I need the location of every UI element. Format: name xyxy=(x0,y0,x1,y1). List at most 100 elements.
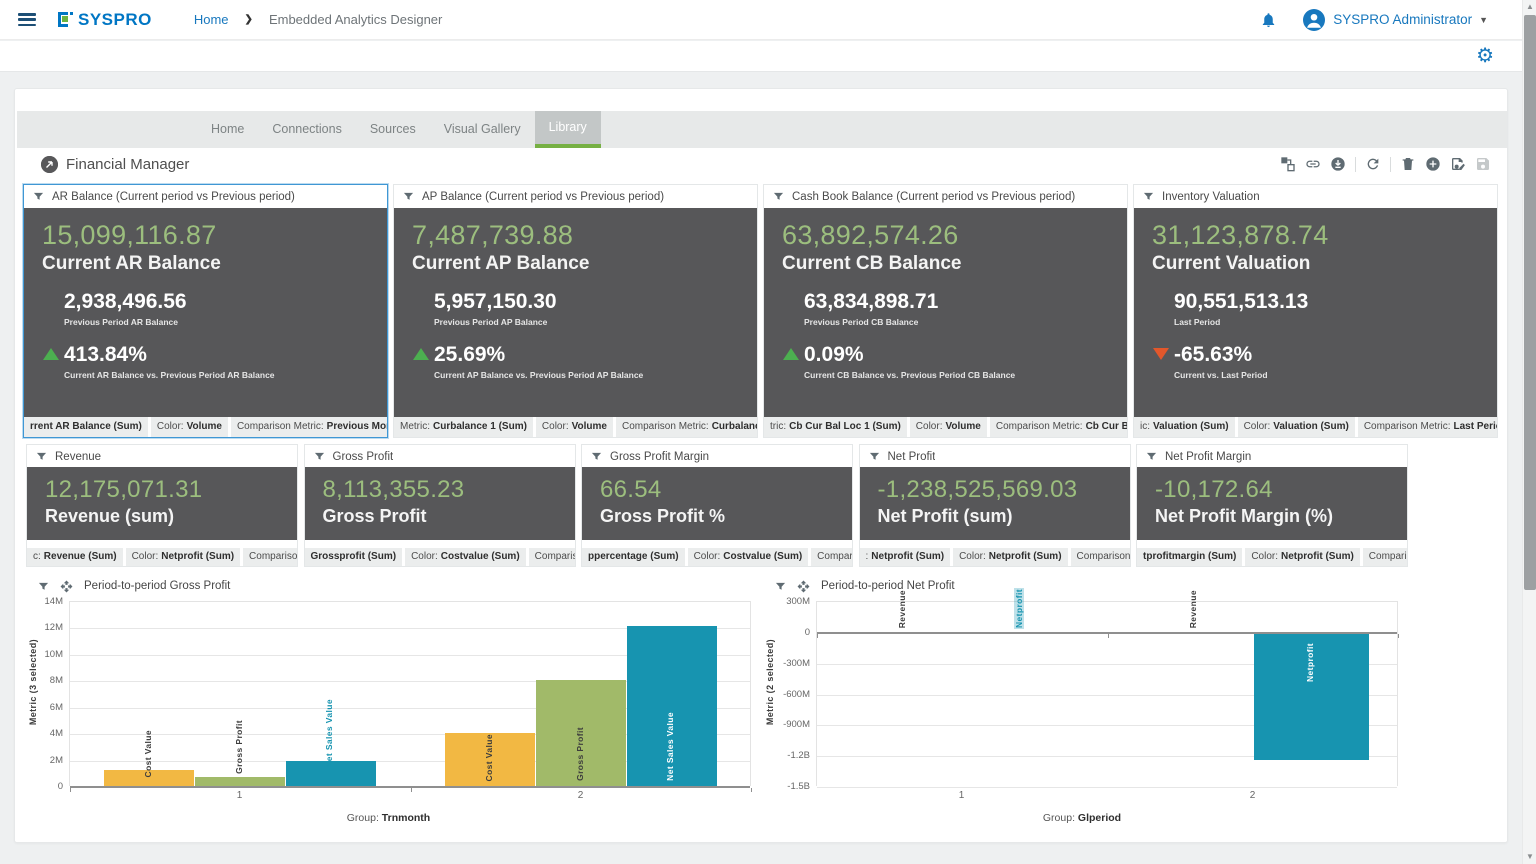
y-axis-tick-label: 12M xyxy=(21,622,63,633)
card-header: Gross Profit xyxy=(305,445,575,468)
settings-gear-icon[interactable]: ⚙ xyxy=(1476,45,1494,67)
notifications-bell-icon[interactable] xyxy=(1260,11,1277,29)
card-title: Cash Book Balance (Current period vs Pre… xyxy=(792,191,1075,203)
footer-chip-value: Volume xyxy=(945,421,980,432)
kpi-card[interactable]: Cash Book Balance (Current period vs Pre… xyxy=(763,184,1128,438)
dashboard-toolbar xyxy=(1280,156,1491,172)
filter-funnel-icon[interactable] xyxy=(314,451,325,462)
flow-icon[interactable] xyxy=(1280,156,1296,172)
tab-sources[interactable]: Sources xyxy=(356,111,430,148)
card-footer-chip: tprofitmargin (Sum) xyxy=(1137,548,1242,566)
breadcrumb-home-link[interactable]: Home xyxy=(194,12,229,27)
tab-home[interactable]: Home xyxy=(197,111,258,148)
axis-tick xyxy=(751,788,752,792)
card-footer-chip: rrent AR Balance (Sum) xyxy=(24,417,148,437)
card-header: AR Balance (Current period vs Previous p… xyxy=(24,185,387,208)
footer-chip-label: Comparison Metric: xyxy=(996,421,1083,432)
add-circle-icon[interactable] xyxy=(1425,156,1441,172)
kpi-card[interactable]: AR Balance (Current period vs Previous p… xyxy=(23,184,388,438)
kpi-card[interactable]: AP Balance (Current period vs Previous p… xyxy=(393,184,758,438)
caret-down-icon[interactable]: ▼ xyxy=(1479,15,1488,25)
kpi-card[interactable]: Net Profit Margin -10,172.64 Net Profit … xyxy=(1136,444,1408,567)
filter-funnel-icon[interactable] xyxy=(591,451,602,462)
scrollbar-thumb[interactable] xyxy=(1524,15,1536,590)
footer-chip-value: rrent AR Balance (Sum) xyxy=(30,421,142,432)
scroll-up-icon[interactable]: ▲ xyxy=(1523,0,1536,14)
tab-library[interactable]: Library xyxy=(535,111,601,148)
syspro-logo-icon xyxy=(58,12,73,27)
trend-arrow-icon xyxy=(413,348,429,360)
vertical-scrollbar[interactable]: ▲ ▼ xyxy=(1522,0,1536,864)
axis-tick xyxy=(70,788,71,792)
tab-strip: HomeConnectionsSourcesVisual GalleryLibr… xyxy=(17,111,1507,148)
dashboard-launch-icon[interactable] xyxy=(41,156,58,173)
y-axis-tick-label: 0 xyxy=(768,627,810,638)
tab-visual-gallery[interactable]: Visual Gallery xyxy=(430,111,535,148)
card-title: Revenue xyxy=(55,451,101,463)
kpi-primary-label: Current AP Balance xyxy=(412,253,739,275)
card-footer-chip: :Netprofit (Sum) xyxy=(860,548,951,566)
refresh-icon[interactable] xyxy=(1365,156,1381,172)
kpi-body: 7,487,739.88 Current AP Balance 5,957,15… xyxy=(394,208,757,417)
kpi-comparison-label: Previous Period AR Balance xyxy=(64,317,369,327)
card-title: Net Profit xyxy=(888,451,936,463)
kpi-comparison-value: 63,834,898.71 xyxy=(804,290,1109,314)
footer-chip-value: tprofitmargin (Sum) xyxy=(1143,551,1236,562)
kpi-card[interactable]: Net Profit -1,238,525,569.03 Net Profit … xyxy=(859,444,1131,567)
footer-chip-label: Comparison Metric: xyxy=(237,421,324,432)
footer-chip-value: Costvalue (Sum) xyxy=(723,551,802,562)
save-as-icon[interactable] xyxy=(1450,156,1466,172)
axis-tick xyxy=(817,634,818,638)
card-footer-chip: tric:Cb Cur Bal Loc 1 (Sum) xyxy=(764,417,907,437)
link-icon[interactable] xyxy=(1305,156,1321,172)
chart-period-to-period-net-profit: Period-to-period Net ProfitRevenueRevenu… xyxy=(763,576,1401,831)
footer-chip-label: Metric: xyxy=(400,421,430,432)
card-header: Net Profit Margin xyxy=(1137,445,1407,468)
footer-chip-value: ppercentage (Sum) xyxy=(588,551,679,562)
filter-funnel-icon[interactable] xyxy=(1146,451,1157,462)
footer-chip-value: Cb Cur Bal Loc 1 (Sum) xyxy=(789,421,901,432)
kpi-card[interactable]: Revenue 12,175,071.31 Revenue (sum) c:Re… xyxy=(26,444,298,567)
axis-tick xyxy=(411,788,412,792)
filter-funnel-icon[interactable] xyxy=(36,451,47,462)
footer-chip-label: Comparison Metric: xyxy=(249,551,297,562)
user-avatar[interactable] xyxy=(1303,9,1325,31)
move-handle-icon[interactable] xyxy=(797,580,810,593)
footer-chip-label: Comparison Metric: xyxy=(535,551,575,562)
kpi-body: 66.54 Gross Profit % xyxy=(582,467,852,540)
filter-funnel-icon[interactable] xyxy=(1143,191,1154,202)
group-by-label: Group: Glperiod xyxy=(763,812,1401,824)
download-icon[interactable] xyxy=(1330,156,1346,172)
footer-chip-label: Color: xyxy=(411,551,438,562)
filter-funnel-icon[interactable] xyxy=(38,581,49,592)
kpi-card[interactable]: Inventory Valuation 31,123,878.74 Curren… xyxy=(1133,184,1498,438)
scroll-down-icon[interactable]: ▼ xyxy=(1523,850,1536,864)
card-footer-chip: Color:Volume xyxy=(910,417,987,437)
filter-funnel-icon[interactable] xyxy=(403,191,414,202)
filter-funnel-icon[interactable] xyxy=(33,191,44,202)
filter-funnel-icon[interactable] xyxy=(869,451,880,462)
user-menu[interactable]: SYSPRO Administrator xyxy=(1333,12,1472,27)
card-footer: ic:Valuation (Sum)Color:Valuation (Sum)C… xyxy=(1134,417,1497,437)
card-footer-chip: Color:Costvalue (Sum) xyxy=(405,548,526,566)
card-footer: Grossprofit (Sum)Color:Costvalue (Sum)Co… xyxy=(305,548,575,566)
chart-plot-area: RevenueRevenueNetprofitNetprofit xyxy=(816,601,1398,786)
footer-chip-label: Comparison Metric: xyxy=(622,421,709,432)
move-handle-icon[interactable] xyxy=(60,580,73,593)
x-axis-line xyxy=(817,632,1397,634)
kpi-card[interactable]: Gross Profit Margin 66.54 Gross Profit %… xyxy=(581,444,853,567)
kpi-delta-value: 0.09% xyxy=(804,343,1109,367)
group-field-name: Trnmonth xyxy=(382,812,430,824)
tab-connections[interactable]: Connections xyxy=(258,111,356,148)
filter-funnel-icon[interactable] xyxy=(773,191,784,202)
footer-chip-value: Netprofit (Sum) xyxy=(1281,551,1354,562)
bar-label: Netprofit xyxy=(1014,588,1024,629)
card-footer-chip: Comparison Metric: xyxy=(529,548,575,566)
kpi-card[interactable]: Gross Profit 8,113,355.23 Gross Profit G… xyxy=(304,444,576,567)
card-footer: c:Revenue (Sum)Color:Netprofit (Sum)Comp… xyxy=(27,548,297,566)
chart-title: Period-to-period Gross Profit xyxy=(84,580,230,592)
kpi-primary-label: Gross Profit xyxy=(323,506,557,527)
hamburger-menu-icon[interactable] xyxy=(18,13,36,26)
filter-funnel-icon[interactable] xyxy=(775,581,786,592)
trash-icon[interactable] xyxy=(1400,156,1416,172)
